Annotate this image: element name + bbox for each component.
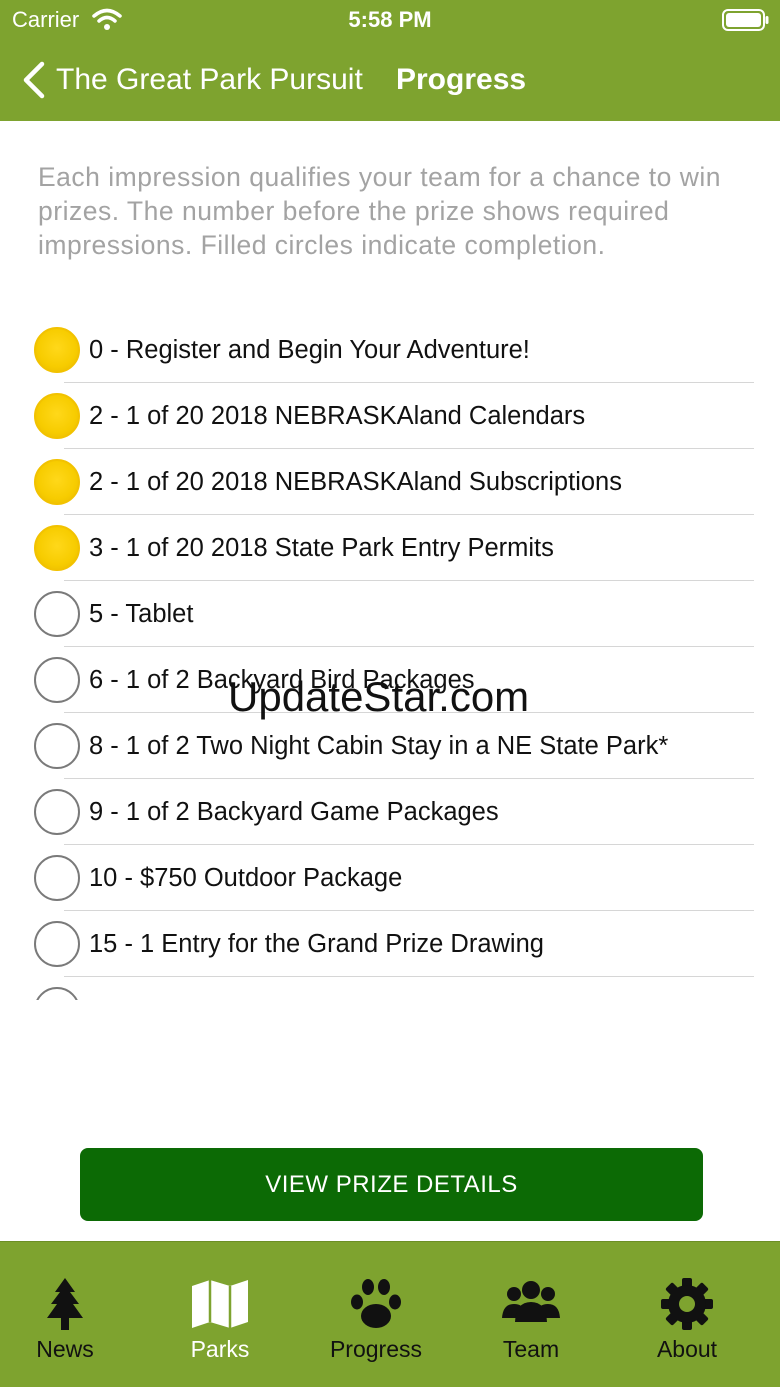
people-icon [502, 1281, 560, 1322]
prize-label: 8 - 1 of 2 Two Night Cabin Stay in a NE … [89, 732, 669, 760]
list-item[interactable]: 9 - 1 of 2 Backyard Game Packages [0, 779, 780, 845]
completion-indicator [34, 921, 80, 967]
prize-label: 0 - Register and Begin Your Adventure! [89, 336, 530, 364]
completion-indicator [34, 657, 80, 703]
tree-icon [47, 1278, 83, 1330]
tab-news[interactable]: News [0, 1242, 135, 1388]
navigation-bar: The Great Park Pursuit Progress [0, 50, 780, 110]
back-button-label: The Great Park Pursuit [56, 63, 363, 96]
chevron-left-icon [23, 61, 45, 99]
list-item[interactable]: 15 - 1 Entry for the Grand Prize Drawing [0, 911, 780, 977]
tab-progress[interactable]: Progress [306, 1242, 446, 1388]
status-bar: Carrier 5:58 PM [0, 0, 780, 40]
prize-label: 2 - 1 of 20 2018 NEBRASKAland Calendars [89, 402, 586, 430]
gear-icon [661, 1278, 713, 1330]
status-time: 5:58 PM [348, 7, 432, 32]
tab-label: Parks [190, 1336, 250, 1362]
completion-indicator [34, 327, 80, 373]
prize-list[interactable]: 0 - Register and Begin Your Adventure! 2… [0, 317, 780, 1000]
completion-indicator [34, 459, 80, 505]
completion-indicator [34, 789, 80, 835]
prize-label: 3 - 1 of 20 2018 State Park Entry Permit… [89, 534, 554, 562]
tab-about[interactable]: About [617, 1242, 757, 1388]
tab-label: News [36, 1336, 94, 1362]
prize-label: 5 - Tablet [89, 600, 194, 628]
tab-bar: News Parks Progress Team About [0, 1241, 780, 1387]
page-title: Progress [396, 63, 527, 96]
list-item[interactable]: 2 - 1 of 20 2018 NEBRASKAland Subscripti… [0, 449, 780, 515]
list-item[interactable]: 3 - 1 of 20 2018 State Park Entry Permit… [0, 515, 780, 581]
list-item[interactable]: 0 - Register and Begin Your Adventure! [0, 317, 780, 383]
list-item[interactable]: 5 - Tablet [0, 581, 780, 647]
battery-icon [722, 9, 769, 31]
tab-team[interactable]: Team [461, 1242, 601, 1388]
completion-indicator [34, 393, 80, 439]
list-item-partial[interactable] [0, 977, 780, 1000]
back-button[interactable]: The Great Park Pursuit [20, 50, 363, 110]
prize-label: 15 - 1 Entry for the Grand Prize Drawing [89, 930, 544, 958]
prize-label: 9 - 1 of 2 Backyard Game Packages [89, 798, 499, 826]
completion-indicator [34, 723, 80, 769]
watermark: UpdateStar.com [228, 673, 530, 720]
intro-text: Each impression qualifies your team for … [38, 162, 721, 260]
map-icon [192, 1280, 248, 1328]
paw-icon [351, 1279, 401, 1328]
completion-indicator [34, 591, 80, 637]
list-item[interactable]: 8 - 1 of 2 Two Night Cabin Stay in a NE … [0, 713, 780, 779]
prize-label: 10 - $750 Outdoor Package [89, 864, 403, 892]
view-prize-details-button[interactable]: VIEW PRIZE DETAILS [80, 1148, 703, 1221]
completion-indicator [34, 987, 80, 1000]
tab-parks[interactable]: Parks [150, 1242, 290, 1388]
tab-label: Team [502, 1336, 560, 1362]
prize-label: 2 - 1 of 20 2018 NEBRASKAland Subscripti… [89, 468, 622, 496]
completion-indicator [34, 855, 80, 901]
tab-label: Progress [329, 1336, 423, 1362]
header: Carrier 5:58 PM The Great Park Pursuit P… [0, 0, 780, 121]
list-item[interactable]: 10 - $750 Outdoor Package [0, 845, 780, 911]
completion-indicator [34, 525, 80, 571]
tab-label: About [656, 1336, 718, 1362]
list-item[interactable]: 2 - 1 of 20 2018 NEBRASKAland Calendars [0, 383, 780, 449]
